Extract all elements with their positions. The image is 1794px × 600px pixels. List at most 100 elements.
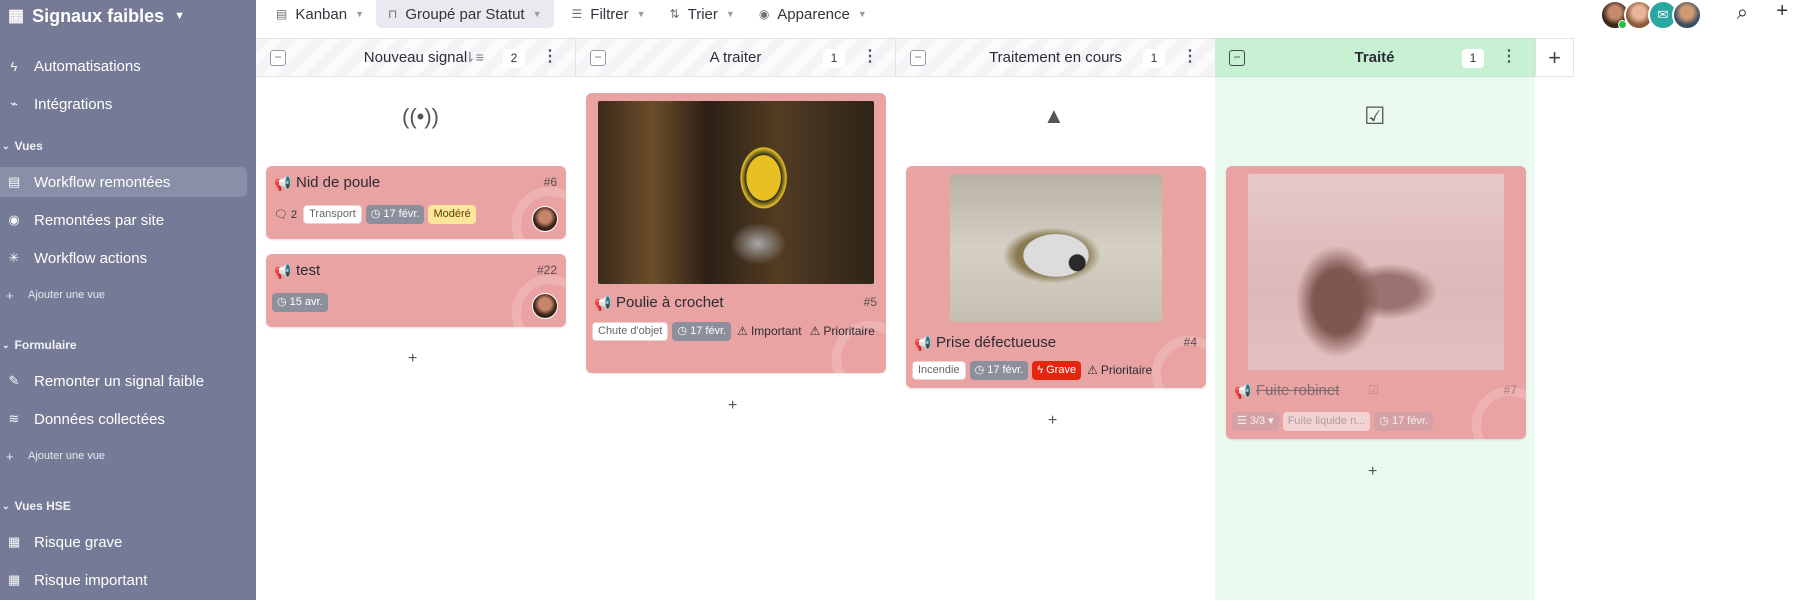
sort-button[interactable]: ⇅ Trier ▼	[658, 0, 747, 28]
add-card-button[interactable]: +	[728, 397, 737, 415]
column-header-traitement-en-cours: − Traitement en cours 1 ⋮	[896, 38, 1216, 77]
sidebar-item-remonter-signal[interactable]: ✎ Remonter un signal faible	[0, 366, 248, 396]
sidebar-item-risque-grave[interactable]: ▦ Risque grave	[0, 527, 248, 557]
date-tag: ◷ 15 avr.	[272, 293, 328, 312]
megaphone-icon: 📢	[914, 335, 932, 351]
priority-value: Prioritaire	[1100, 363, 1153, 377]
plus-icon[interactable]: +	[1776, 0, 1788, 23]
group-by-label: Groupé par Statut	[405, 5, 525, 23]
caret-down-icon: ▼	[355, 9, 364, 19]
card-poulie-a-crochet[interactable]: 📢 Poulie à crochet #5 Chute d'objet ◷ 17 …	[586, 93, 886, 373]
card-image	[1248, 174, 1504, 370]
asterisk-icon: ✳	[8, 250, 20, 265]
clock-icon: ◷	[277, 296, 287, 308]
checklist-tag[interactable]: ☰ 3/3 ▾	[1232, 412, 1279, 431]
clock-icon: ◷	[370, 208, 381, 220]
warning-icon: ⚠	[737, 324, 748, 338]
card-id: #22	[536, 263, 557, 277]
sidebar-item-label: Risque important	[34, 571, 148, 589]
caret-down-icon: ▼	[174, 10, 185, 22]
signal-broadcast-icon: ((•))	[402, 104, 440, 129]
column-count: 1	[1143, 49, 1165, 68]
category-tag: Chute d'objet	[592, 322, 669, 341]
more-vertical-icon[interactable]: ⋮	[1182, 46, 1198, 66]
severity-value: Important	[750, 324, 802, 338]
add-card-button[interactable]: +	[408, 350, 417, 368]
add-card-button[interactable]: +	[1048, 412, 1057, 430]
clock-icon: ◷	[1379, 415, 1389, 427]
section-label: Formulaire	[14, 338, 77, 352]
card-title: Poulie à crochet	[616, 294, 724, 311]
card-test[interactable]: 📢 test #22 ◷ 15 avr.	[266, 254, 566, 327]
assignee-avatar[interactable]	[532, 206, 558, 232]
checklist-value: 3/3	[1249, 415, 1266, 427]
view-type-button[interactable]: ▤ Kanban ▼	[264, 0, 376, 28]
appearance-button[interactable]: ◉ Apparence ▼	[747, 0, 879, 28]
folder-icon: ⊓	[387, 7, 398, 21]
list-icon: ☰	[1237, 415, 1247, 427]
add-view-label: Ajouter une vue	[28, 450, 106, 462]
sidebar-item-integrations[interactable]: ⌁ Intégrations	[0, 89, 248, 119]
sidebar-item-automatisations[interactable]: ϟ Automatisations	[0, 51, 248, 81]
sidebar-section-vues[interactable]: ⌄ Vues	[0, 136, 43, 156]
search-icon[interactable]: ⌕	[1737, 2, 1748, 25]
card-nid-de-poule[interactable]: 📢 Nid de poule #6 🗨 2 Transport ◷ 17 févr.…	[266, 166, 566, 239]
sidebar-item-donnees-collectees[interactable]: ≋ Données collectées	[0, 404, 248, 434]
card-id: #5	[863, 295, 877, 309]
severity-tag: Modéré	[428, 205, 476, 224]
caret-down-icon: ▼	[636, 9, 646, 19]
add-card-button[interactable]: +	[1368, 463, 1377, 481]
caret-down-icon: ▼	[532, 9, 542, 19]
date-value: 17 févr.	[987, 364, 1024, 376]
sort-icon[interactable]: ⇂≡	[464, 49, 484, 66]
checkbox-checked-icon: ☑	[1364, 103, 1386, 130]
filter-button[interactable]: ☰ Filtrer ▼	[560, 0, 658, 28]
group-by-button[interactable]: ⊓ Groupé par Statut ▼	[375, 0, 554, 28]
add-view-button[interactable]: + Ajouter une vue	[0, 446, 105, 466]
add-column-button[interactable]: +	[1535, 38, 1574, 77]
card-fuite-robinet[interactable]: 📢 Fuite robinet ☑ #7 ☰ 3/3 ▾ Fuite liquide…	[1226, 166, 1526, 439]
date-value: 15 avr.	[289, 296, 323, 308]
grid-icon: ▦	[8, 6, 25, 25]
sidebar-item-label: Remonter un signal faible	[34, 372, 205, 390]
more-vertical-icon[interactable]: ⋮	[1501, 46, 1517, 66]
sidebar-item-workflow-actions[interactable]: ✳ Workflow actions	[0, 243, 248, 273]
date-tag: ◷ 17 févr.	[1374, 412, 1434, 431]
column-header-a-traiter: − A traiter 1 ⋮	[576, 38, 896, 77]
add-view-button[interactable]: + Ajouter une vue	[0, 285, 105, 305]
sidebar-section-vues-hse[interactable]: ⌄ Vues HSE	[0, 496, 71, 516]
assignee-avatar[interactable]	[532, 293, 558, 319]
sidebar-item-label: Données collectées	[34, 410, 165, 428]
appearance-label: Apparence	[777, 5, 850, 23]
card-prise-defectueuse[interactable]: 📢 Prise défectueuse #4 Incendie ◷ 17 févr…	[906, 166, 1206, 388]
caret-down-icon: ▼	[857, 9, 867, 19]
sort-icon: ⇅	[669, 7, 680, 21]
sidebar-item-label: Intégrations	[34, 95, 113, 113]
table-icon: ▦	[8, 572, 21, 587]
clock-icon: ◷	[677, 325, 688, 337]
more-vertical-icon[interactable]: ⋮	[542, 46, 558, 66]
more-vertical-icon[interactable]: ⋮	[862, 46, 878, 66]
app-title-dropdown[interactable]: ▦ Signaux faibles ▼	[8, 2, 185, 30]
sidebar-item-workflow-remontees[interactable]: ▤ Workflow remontées	[0, 167, 247, 197]
card-title: test	[296, 262, 321, 279]
megaphone-icon: 📢	[274, 263, 292, 279]
plus-icon: +	[6, 448, 14, 464]
caret-down-icon: ▾	[1268, 415, 1274, 427]
sidebar-section-formulaire[interactable]: ⌄ Formulaire	[0, 335, 77, 355]
sidebar-item-remontees-par-site[interactable]: ◉ Remontées par site	[0, 205, 248, 235]
card-tags: ☰ 3/3 ▾ Fuite liquide n... ◷ 17 févr.	[1232, 412, 1520, 431]
chevron-down-icon: ⌄	[2, 500, 10, 511]
chat-icon: ✉	[1657, 7, 1669, 22]
priority-tag: ⚠ Prioritaire	[1085, 361, 1154, 380]
warning-icon: ⚠	[1087, 363, 1098, 377]
category-tag: Transport	[303, 205, 362, 224]
sidebar-item-risque-important[interactable]: ▦ Risque important	[0, 565, 248, 595]
column-count: 1	[1462, 49, 1484, 68]
column-header-nouveau-signal: − Nouveau signal ⇂≡ 2 ⋮	[256, 38, 576, 77]
done-check-icon: ☑	[1368, 383, 1379, 397]
avatar[interactable]	[1672, 0, 1702, 30]
section-label: Vues HSE	[14, 499, 71, 513]
category-tag: Incendie	[912, 361, 966, 380]
sort-label: Trier	[687, 5, 718, 23]
